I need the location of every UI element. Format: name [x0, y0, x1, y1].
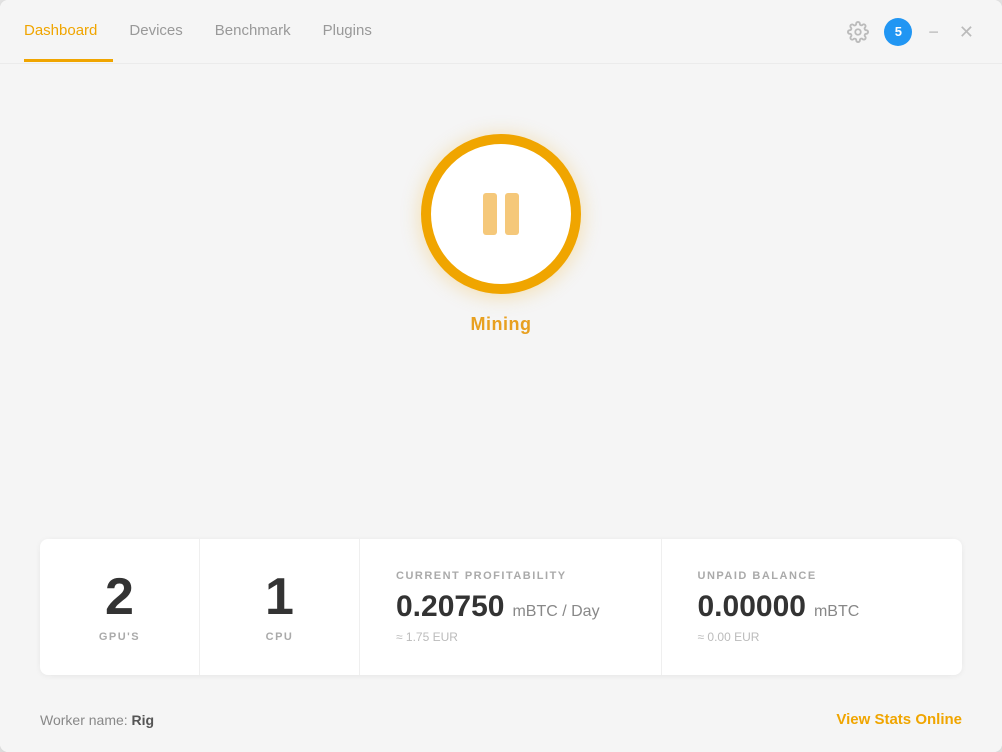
- tab-benchmark[interactable]: Benchmark: [199, 2, 307, 62]
- minimize-button[interactable]: −: [924, 19, 943, 45]
- footer: Worker name: Rig View Stats Online: [0, 695, 1002, 752]
- view-stats-link[interactable]: View Stats Online: [836, 711, 962, 728]
- worker-name-display: Worker name: Rig: [40, 712, 154, 728]
- profitability-block: CURRENT PROFITABILITY 0.20750 mBTC / Day…: [360, 539, 662, 675]
- profitability-title: CURRENT PROFITABILITY: [396, 570, 625, 582]
- cpu-label: CPU: [266, 631, 294, 643]
- gpu-stat-block: 2 GPU'S: [40, 539, 200, 675]
- close-button[interactable]: ✕: [955, 19, 978, 45]
- nav-tabs: Dashboard Devices Benchmark Plugins: [24, 2, 388, 62]
- mining-container: Mining: [421, 134, 581, 335]
- tab-devices[interactable]: Devices: [113, 2, 198, 62]
- worker-prefix: Worker name:: [40, 712, 132, 728]
- header-actions: 5 − ✕: [844, 18, 978, 46]
- tab-dashboard[interactable]: Dashboard: [24, 2, 113, 62]
- app-window: Dashboard Devices Benchmark Plugins 5 − …: [0, 0, 1002, 752]
- pause-bar-left: [483, 193, 497, 235]
- profitability-unit: mBTC / Day: [512, 603, 599, 621]
- cpu-stat-block: 1 CPU: [200, 539, 360, 675]
- profitability-approx: ≈ 1.75 EUR: [396, 630, 625, 644]
- mining-status-label: Mining: [471, 314, 532, 335]
- tab-plugins[interactable]: Plugins: [307, 2, 388, 62]
- pause-bar-right: [505, 193, 519, 235]
- balance-title: UNPAID BALANCE: [698, 570, 927, 582]
- balance-approx: ≈ 0.00 EUR: [698, 630, 927, 644]
- mining-button[interactable]: [421, 134, 581, 294]
- pause-icon: [483, 193, 519, 235]
- notification-badge[interactable]: 5: [884, 18, 912, 46]
- main-content: Mining 2 GPU'S 1 CPU CURRENT PROFITABILI…: [0, 64, 1002, 695]
- profitability-value-row: 0.20750 mBTC / Day: [396, 590, 625, 624]
- balance-value-row: 0.00000 mBTC: [698, 590, 927, 624]
- gpu-label: GPU'S: [99, 631, 140, 643]
- balance-block: UNPAID BALANCE 0.00000 mBTC ≈ 0.00 EUR: [662, 539, 963, 675]
- header: Dashboard Devices Benchmark Plugins 5 − …: [0, 0, 1002, 64]
- cpu-count: 1: [265, 571, 294, 623]
- worker-name-value: Rig: [132, 712, 155, 728]
- stats-card: 2 GPU'S 1 CPU CURRENT PROFITABILITY 0.20…: [40, 539, 962, 675]
- settings-icon[interactable]: [844, 18, 872, 46]
- stats-container: 2 GPU'S 1 CPU CURRENT PROFITABILITY 0.20…: [40, 539, 962, 695]
- gpu-count: 2: [105, 571, 134, 623]
- balance-unit: mBTC: [814, 603, 859, 621]
- profitability-value: 0.20750: [396, 590, 504, 624]
- balance-value: 0.00000: [698, 590, 806, 624]
